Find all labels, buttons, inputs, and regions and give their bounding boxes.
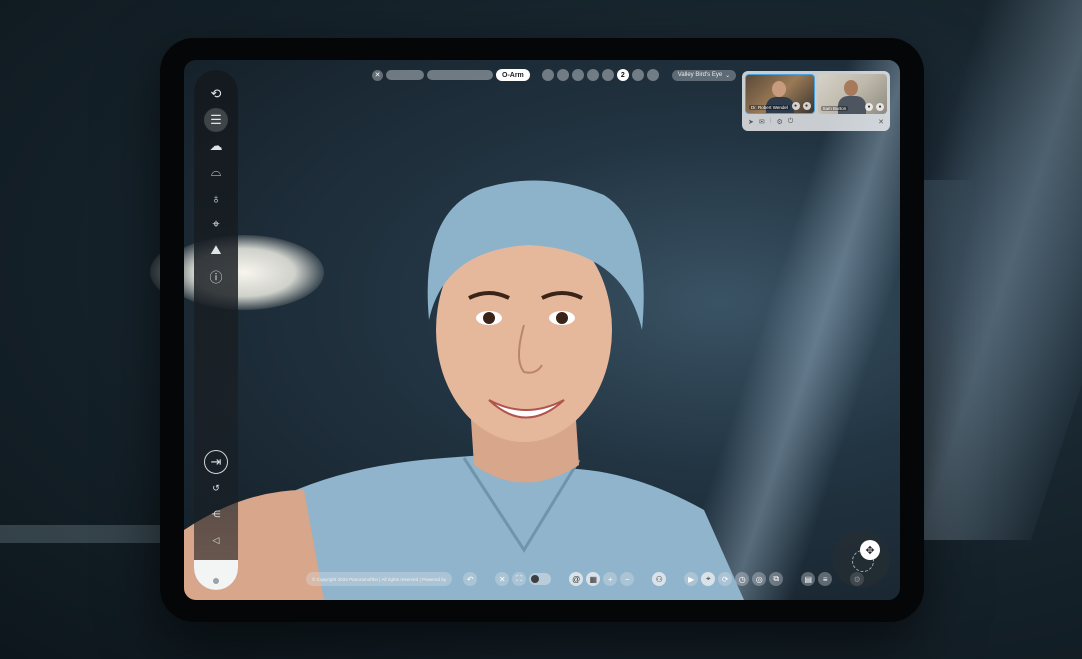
background-bar — [0, 525, 170, 543]
chevron-down-icon: ⌄ — [725, 72, 731, 79]
sliders-icon[interactable]: ≡ — [818, 572, 833, 586]
map-pin-icon[interactable]: ⌖ — [204, 212, 228, 236]
tab-o-arm[interactable]: O-Arm — [496, 69, 530, 81]
close-icon[interactable]: ✕ — [495, 572, 510, 586]
step-dot[interactable] — [631, 69, 644, 81]
mic-icon[interactable]: ● — [791, 102, 800, 110]
handle-dot — [213, 578, 219, 584]
exit-icon[interactable]: ⇥ — [204, 450, 228, 474]
bottom-toolbar: © Copyright 2024 Panoramofthe | All righ… — [306, 571, 865, 587]
tablet-screen: ✕ O-Arm 2 Valley Bird's Eye ⌄ ⟲ ☰ ☁ ⌓ ♁ — [184, 60, 900, 600]
move-icon[interactable]: ✥ — [860, 540, 880, 560]
participant-name: Sam Burton — [820, 106, 849, 111]
chat-icon[interactable]: ✉ — [759, 118, 765, 126]
breadcrumb-step-2[interactable] — [427, 70, 493, 80]
video-call-panel: Dr. Robert Wendel ● ● Sam Burton ● ● ➤ ✉… — [742, 71, 890, 131]
layers-icon[interactable]: ☰ — [204, 108, 228, 132]
close-icon[interactable]: ✕ — [372, 69, 383, 81]
panel-icon[interactable]: ▤ — [801, 572, 816, 586]
tablet-device: ✕ O-Arm 2 Valley Bird's Eye ⌄ ⟲ ☰ ☁ ⌓ ♁ — [160, 38, 924, 622]
step-dot[interactable] — [646, 69, 659, 81]
weather-icon[interactable]: ☁ — [204, 134, 228, 158]
close-panel-icon[interactable]: ✕ — [878, 118, 884, 126]
step-dot-selected[interactable]: 2 — [616, 69, 629, 81]
crosshair-icon[interactable]: ⌖ — [701, 572, 716, 586]
video-call-toolbar: ➤ ✉ ⫶ ⚙ ⏻ ✕ — [745, 118, 887, 126]
clock-icon[interactable]: ◷ — [735, 572, 750, 586]
share-icon[interactable]: ⋲ — [204, 502, 228, 526]
camera-icon[interactable]: ● — [802, 102, 811, 110]
send-icon[interactable]: ➤ — [748, 118, 754, 126]
hat-icon[interactable]: ⌓ — [204, 160, 228, 184]
stethoscope-icon[interactable]: ♁ — [204, 186, 228, 210]
fullscreen-icon[interactable]: ⛶ — [512, 572, 527, 586]
rotate-camera-icon[interactable]: ⟲ — [204, 82, 228, 106]
view-toggle[interactable] — [529, 573, 552, 585]
participant-tile[interactable]: Sam Burton ● ● — [817, 74, 887, 114]
adjust-icon[interactable]: ⫶ — [770, 118, 772, 126]
top-navigation-bar: ✕ O-Arm 2 Valley Bird's Eye ⌄ — [372, 69, 737, 81]
navigation-joystick[interactable]: ✥ — [832, 530, 890, 588]
participant-tile[interactable]: Dr. Robert Wendel ● ● — [745, 74, 815, 114]
mute-icon[interactable]: ◁ — [204, 528, 228, 552]
undo-icon[interactable]: ↶ — [463, 572, 478, 586]
landscape-icon[interactable]: ⛰ — [204, 238, 228, 262]
at-icon[interactable]: @ — [569, 572, 584, 586]
location-select[interactable]: Valley Bird's Eye ⌄ — [671, 69, 737, 81]
step-dot[interactable] — [556, 69, 569, 81]
step-dot[interactable] — [586, 69, 599, 81]
main-video-feed — [184, 180, 744, 600]
breadcrumb-step-1[interactable] — [386, 70, 424, 80]
step-dot[interactable] — [571, 69, 584, 81]
left-tool-rail: ⟲ ☰ ☁ ⌓ ♁ ⌖ ⛰ ⓘ ⇥ ↺ ⋲ ◁ — [194, 70, 238, 590]
zoom-in-icon[interactable]: + — [603, 572, 618, 586]
mic-icon[interactable]: ● — [865, 103, 873, 111]
settings-icon[interactable]: ⚙ — [777, 118, 783, 126]
step-dot[interactable] — [541, 69, 554, 81]
copyright-text: © Copyright 2024 Panoramofthe | All righ… — [306, 572, 453, 586]
screens-icon[interactable]: ⧉ — [769, 572, 784, 586]
target-icon[interactable]: ◎ — [752, 572, 767, 586]
step-dot[interactable] — [601, 69, 614, 81]
history-icon[interactable]: ↺ — [204, 476, 228, 500]
camera-icon[interactable]: ● — [876, 103, 884, 111]
video-icon[interactable]: ▶ — [684, 572, 699, 586]
power-icon[interactable]: ⏻ — [788, 118, 794, 126]
info-icon[interactable]: ⓘ — [204, 264, 228, 288]
user-settings-icon[interactable]: ⚇ — [652, 572, 667, 586]
gallery-icon[interactable]: ▦ — [586, 572, 601, 586]
participant-name: Dr. Robert Wendel — [749, 105, 790, 110]
zoom-out-icon[interactable]: − — [620, 572, 635, 586]
location-select-label: Valley Bird's Eye — [677, 72, 723, 78]
refresh-icon[interactable]: ⟳ — [718, 572, 733, 586]
